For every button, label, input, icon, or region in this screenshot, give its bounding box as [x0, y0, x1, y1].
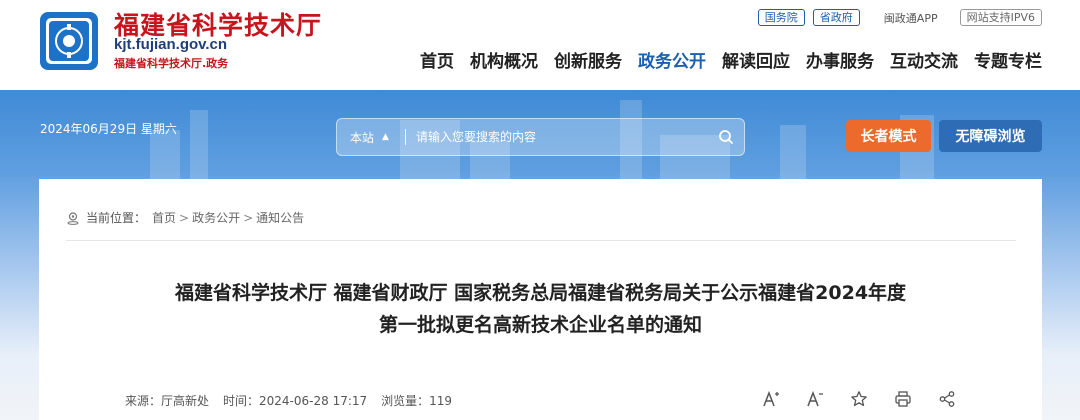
top-links: 国务院 省政府 闽政通APP 网站支持IPV6 — [757, 9, 1042, 26]
nav-interpretation[interactable]: 解读回应 — [722, 47, 790, 72]
search-scope-label: 本站 — [350, 130, 375, 145]
breadcrumb: 当前位置： 首页 > 政务公开 > 通知公告 — [66, 209, 304, 226]
article-time: 时间：2024-06-28 17:17 — [223, 394, 368, 408]
article-card: 当前位置： 首页 > 政务公开 > 通知公告 福建省科学技术厅 福建省财政厅 国… — [39, 179, 1042, 420]
nav-interaction[interactable]: 互动交流 — [890, 47, 958, 72]
state-council-link[interactable]: 国务院 — [757, 9, 805, 26]
article-views: 浏览量：119 — [381, 394, 453, 408]
font-increase-icon[interactable] — [761, 389, 781, 409]
nav-organization[interactable]: 机构概况 — [470, 47, 538, 72]
print-icon[interactable] — [893, 389, 913, 409]
accessible-browse-button[interactable]: 无障碍浏览 — [939, 120, 1042, 152]
location-icon — [67, 211, 79, 225]
article-meta: 来源：厅高新处 时间：2024-06-28 17:17 浏览量：119 — [125, 392, 452, 409]
breadcrumb-label: 当前位置： — [86, 211, 147, 225]
article-title: 福建省科学技术厅 福建省财政厅 国家税务总局福建省税务局关于公示福建省2024年… — [99, 277, 982, 341]
breadcrumb-arrow-icon: > — [179, 210, 190, 225]
nav-home[interactable]: 首页 — [420, 47, 454, 72]
nav-services[interactable]: 办事服务 — [806, 47, 874, 72]
share-icon[interactable] — [937, 389, 957, 409]
search-input[interactable] — [416, 130, 708, 144]
breadcrumb-notices[interactable]: 通知公告 — [256, 209, 304, 226]
divider — [66, 240, 1016, 241]
elder-mode-button[interactable]: 长者模式 — [846, 120, 931, 152]
article-title-line2: 第一批拟更名高新技术企业名单的通知 — [378, 314, 702, 336]
emblem-icon[interactable] — [40, 12, 98, 70]
site-header: 福建省科学技术厅 kjt.fujian.gov.cn 福建省科学技术厅.政务 国… — [0, 0, 1080, 90]
main-nav: 首页 机构概况 创新服务 政务公开 解读回应 办事服务 互动交流 专题专栏 — [420, 47, 1042, 72]
search-separator — [405, 129, 406, 145]
article-source: 来源：厅高新处 — [125, 394, 210, 408]
current-date: 2024年06月29日 星期六 — [40, 122, 177, 136]
breadcrumb-home[interactable]: 首页 — [152, 209, 176, 226]
article-title-line1: 福建省科学技术厅 福建省财政厅 国家税务总局福建省税务局关于公示福建省2024年… — [174, 282, 907, 304]
article-tools — [761, 389, 957, 409]
star-icon[interactable] — [849, 389, 869, 409]
site-domain: kjt.fujian.gov.cn — [114, 36, 228, 53]
app-link[interactable]: 闽政通APP — [884, 10, 938, 26]
font-decrease-icon[interactable] — [805, 389, 825, 409]
nav-innovation-services[interactable]: 创新服务 — [554, 47, 622, 72]
breadcrumb-government-affairs[interactable]: 政务公开 — [192, 209, 240, 226]
nav-government-affairs[interactable]: 政务公开 — [638, 47, 706, 72]
search-scope-select[interactable]: 本站 ▲︎ — [337, 129, 405, 146]
search-box: 本站 ▲︎ — [336, 118, 745, 156]
site-subtitle: 福建省科学技术厅.政务 — [114, 57, 229, 70]
ipv6-badge: 网站支持IPV6 — [959, 9, 1042, 26]
breadcrumb-arrow-icon: > — [243, 210, 254, 225]
updown-caret-icon: ▲︎ — [382, 132, 389, 142]
province-gov-link[interactable]: 省政府 — [812, 9, 860, 26]
search-icon[interactable] — [708, 119, 744, 155]
nav-special-topics[interactable]: 专题专栏 — [974, 47, 1042, 72]
